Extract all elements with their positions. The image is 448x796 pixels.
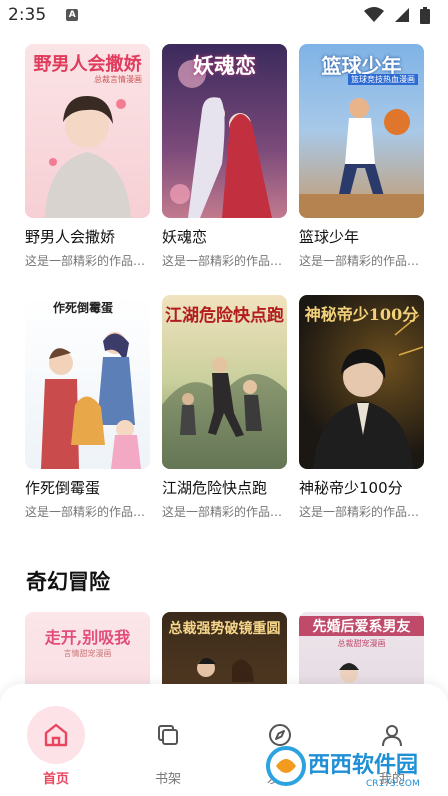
- book-cover[interactable]: 野男人会撒娇 总裁言情漫画: [25, 44, 150, 218]
- status-time: 2:35: [8, 5, 47, 25]
- nav-bookshelf[interactable]: 书架: [133, 706, 203, 787]
- cover-title: 野男人会撒娇: [33, 54, 142, 75]
- cover-subtitle: 总裁言情漫画: [94, 75, 142, 84]
- book-card[interactable]: 野男人会撒娇 总裁言情漫画 野男人会撒娇 这是一部精彩的作品…: [25, 44, 150, 269]
- notification-icon: A: [66, 9, 79, 21]
- book-description: 这是一部精彩的作品…: [299, 505, 420, 519]
- cover-title: 走开,别吸我: [44, 628, 131, 647]
- book-description: 这是一部精彩的作品…: [25, 505, 146, 519]
- book-description: 这是一部精彩的作品…: [25, 254, 146, 268]
- book-cover[interactable]: 神秘帝少100分: [299, 295, 424, 469]
- book-description: 这是一部精彩的作品…: [299, 254, 420, 268]
- book-cover[interactable]: 江湖危险快点跑: [162, 295, 287, 469]
- wifi-icon: [364, 7, 384, 22]
- book-title[interactable]: 妖魂恋: [162, 226, 287, 247]
- nav-bookshelf-icon-wrap[interactable]: [139, 706, 197, 764]
- battery-icon: [420, 6, 430, 24]
- cover-subtitle: 总裁甜宠漫画: [337, 639, 386, 648]
- cover-title: 神秘帝少100分: [304, 305, 419, 324]
- book-card[interactable]: 篮球少年 篮球竞技热血漫画 篮球少年 这是一部精彩的作品…: [299, 44, 424, 269]
- nav-home[interactable]: 首页: [21, 706, 91, 787]
- book-card[interactable]: 江湖危险快点跑 江湖危险快点跑 这是一部精彩的作品…: [162, 295, 287, 520]
- book-title[interactable]: 野男人会撒娇: [25, 226, 150, 247]
- book-title[interactable]: 篮球少年: [299, 226, 424, 247]
- book-title[interactable]: 神秘帝少100分: [299, 477, 424, 498]
- status-bar: 2:35 A: [0, 0, 448, 30]
- nav-home-label[interactable]: 首页: [21, 768, 91, 787]
- book-cover[interactable]: 作死倒霉蛋: [25, 295, 150, 469]
- signal-icon: [395, 8, 409, 22]
- cover-title: 妖魂恋: [193, 53, 256, 78]
- book-description: 这是一部精彩的作品…: [162, 505, 283, 519]
- cover-subtitle: 言情甜宠漫画: [63, 649, 112, 658]
- status-icons: [364, 6, 430, 24]
- cover-title: 作死倒霉蛋: [53, 301, 114, 315]
- book-card[interactable]: 妖魂恋 妖魂恋 这是一部精彩的作品…: [162, 44, 287, 269]
- nav-home-icon-wrap[interactable]: [27, 706, 85, 764]
- watermark-text: 西西软件园: [308, 752, 418, 778]
- watermark-logo: 西西软件园 CR173.COM: [262, 742, 432, 790]
- book-card[interactable]: 神秘帝少100分 神秘帝少100分 这是一部精彩的作品…: [299, 295, 424, 520]
- book-title[interactable]: 江湖危险快点跑: [162, 477, 287, 498]
- cover-title: 先婚后爱系男友: [299, 616, 424, 636]
- cover-title: 总裁强势破镜重圆: [168, 621, 281, 637]
- book-cover[interactable]: 妖魂恋: [162, 44, 287, 218]
- book-cover[interactable]: 篮球少年 篮球竞技热血漫画: [299, 44, 424, 218]
- bookshelf-icon[interactable]: [156, 723, 180, 747]
- book-card[interactable]: 作死倒霉蛋 作死倒霉蛋 这是一部精彩的作品…: [25, 295, 150, 520]
- book-description: 这是一部精彩的作品…: [162, 254, 283, 268]
- home-icon[interactable]: [43, 722, 69, 748]
- cover-subtitle: 篮球竞技热血漫画: [348, 74, 418, 85]
- book-title[interactable]: 作死倒霉蛋: [25, 477, 150, 498]
- cover-title: 江湖危险快点跑: [165, 306, 284, 326]
- section-title: 奇幻冒险: [26, 570, 110, 594]
- watermark-sub: CR173.COM: [366, 779, 420, 789]
- nav-bookshelf-label[interactable]: 书架: [133, 768, 203, 787]
